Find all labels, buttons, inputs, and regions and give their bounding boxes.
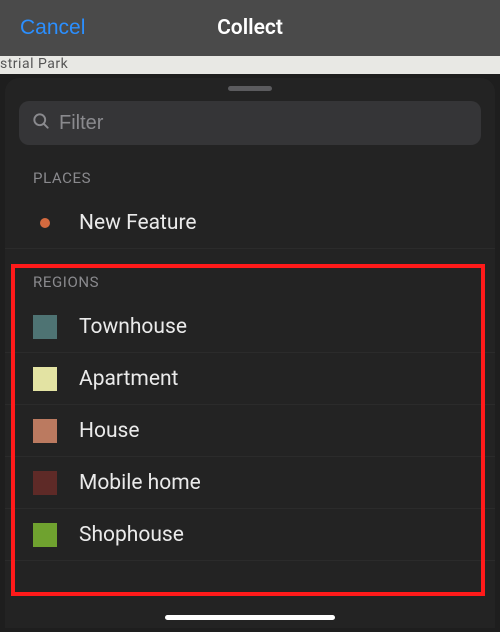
list-item-label: Shophouse xyxy=(79,523,184,547)
list-item-label: Apartment xyxy=(79,367,178,391)
list-item[interactable]: New Feature xyxy=(5,197,495,249)
swatch-icon xyxy=(33,419,57,443)
cancel-button[interactable]: Cancel xyxy=(20,16,85,40)
sheet-grabber[interactable] xyxy=(228,86,272,91)
collect-sheet: PLACES New Feature REGIONS Townhouse Apa… xyxy=(5,78,495,628)
list-item-label: Townhouse xyxy=(79,315,187,339)
search-icon xyxy=(31,111,51,135)
list-item-label: Mobile home xyxy=(79,471,201,495)
home-indicator[interactable] xyxy=(165,615,335,620)
swatch-icon xyxy=(33,367,57,391)
list-item[interactable]: Mobile home xyxy=(5,457,495,509)
filter-input[interactable] xyxy=(59,112,469,135)
list-item[interactable]: Apartment xyxy=(5,353,495,405)
titlebar: Cancel Collect xyxy=(0,0,500,56)
section-header-places: PLACES xyxy=(5,163,495,197)
list-item[interactable]: Townhouse xyxy=(5,301,495,353)
list-item-label: House xyxy=(79,419,140,443)
swatch-icon xyxy=(33,471,57,495)
section-header-regions: REGIONS xyxy=(5,267,495,301)
list-item-label: New Feature xyxy=(79,211,197,235)
list-item[interactable]: House xyxy=(5,405,495,457)
list-item[interactable]: Shophouse xyxy=(5,509,495,561)
page-title: Collect xyxy=(217,16,283,40)
filter-field[interactable] xyxy=(19,101,481,145)
swatch-icon xyxy=(33,523,57,547)
swatch-icon xyxy=(33,315,57,339)
map-background: strial Park xyxy=(0,56,500,74)
point-symbol-icon xyxy=(33,218,57,228)
